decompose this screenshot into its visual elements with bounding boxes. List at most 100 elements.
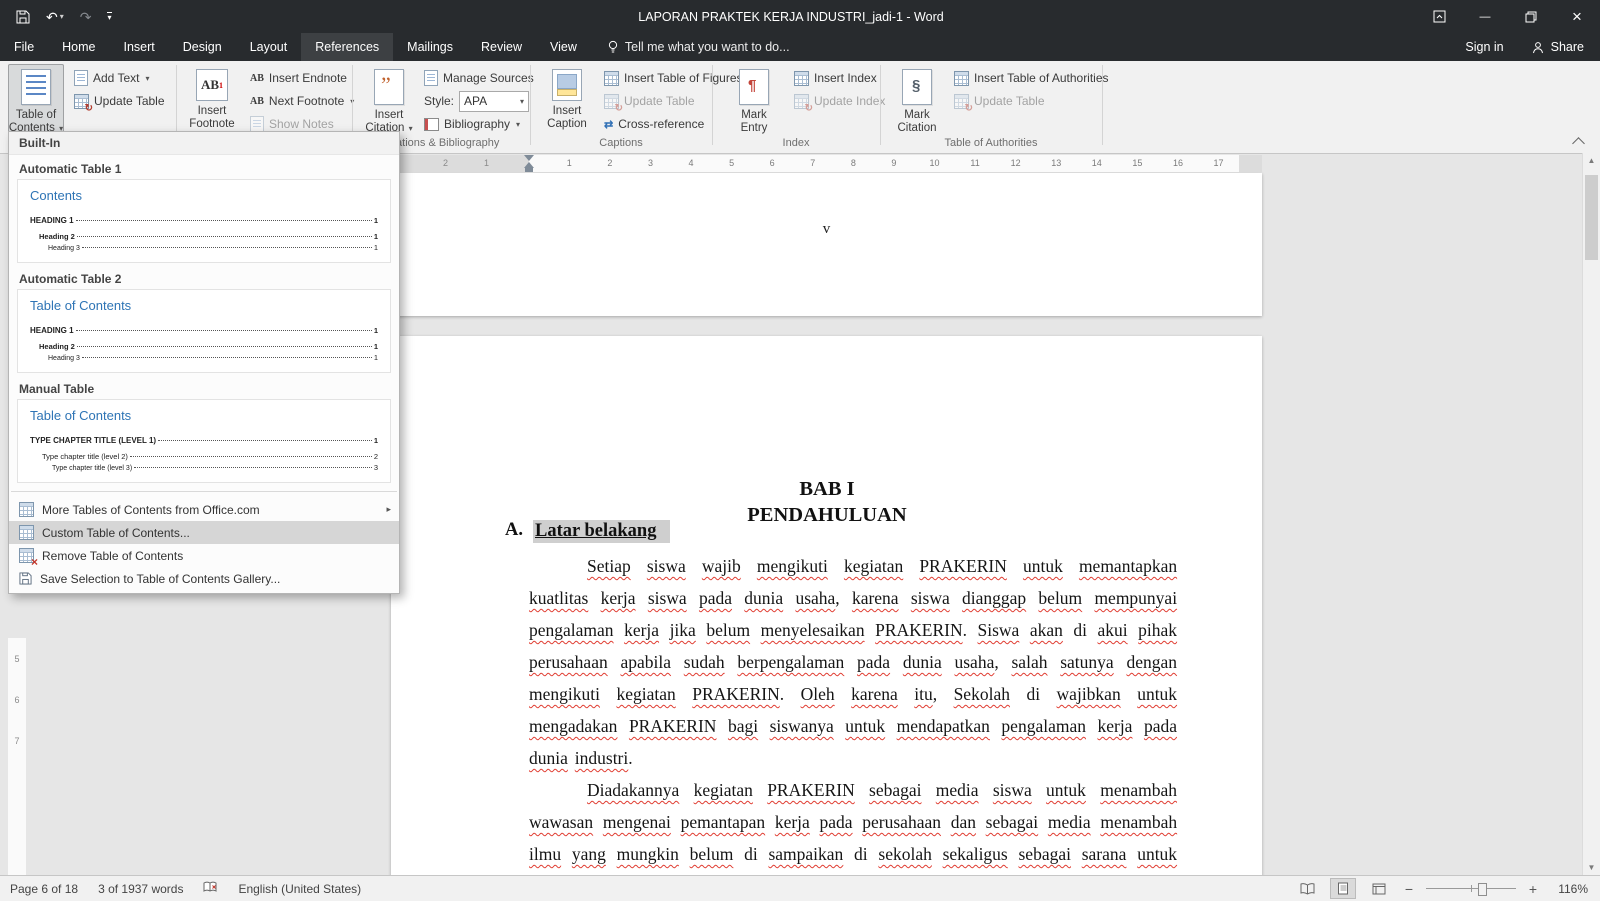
tab-layout[interactable]: Layout [236,33,302,61]
zoom-out-button[interactable] [1402,881,1416,897]
insert-caption-label: Insert Caption [547,105,587,130]
gallery-automatic-table-1[interactable]: Automatic Table 1 Contents HEADING 11 He… [9,155,399,265]
update-index-button: Update Index [790,90,889,114]
scrollbar-thumb[interactable] [1585,175,1598,260]
zoom-slider[interactable] [1426,883,1516,896]
show-notes-label: Show Notes [269,117,334,131]
mark-citation-button[interactable]: MarkCitation [890,64,944,139]
language-indicator[interactable]: English (United States) [238,882,361,896]
read-mode-button[interactable] [1294,878,1320,899]
menu-item-save-selection[interactable]: Save Selection to Table of Contents Gall… [9,567,399,590]
minimize-button[interactable] [1462,0,1508,33]
update-index-icon [794,93,813,114]
zoom-in-button[interactable] [1526,881,1540,897]
word-count[interactable]: 3 of 1937 words [98,882,183,896]
save-button[interactable] [16,10,30,24]
document-page[interactable]: BAB I PENDAHULUAN A. Latar belakang Seti… [391,336,1262,875]
menu-item-custom-table-of-contents[interactable]: Custom Table of Contents... [9,521,399,544]
web-layout-button[interactable] [1366,878,1392,899]
cross-reference-button[interactable]: ⇄ Cross-reference [600,113,708,135]
proofing-status-button[interactable] [203,881,218,897]
mark-entry-button[interactable]: MarkEntry [728,64,780,139]
insert-footnote-button[interactable]: AB 1 Insert Footnote [186,64,238,139]
paragraph[interactable]: Diadakannya kegiatan PRAKERIN sebagai me… [529,774,1177,870]
document-body[interactable]: Setiap siswa wajib mengikuti kegiatan PR… [529,550,1177,870]
close-button[interactable] [1554,0,1600,33]
tab-home[interactable]: Home [48,33,109,61]
tell-me-box[interactable]: Tell me what you want to do... [607,40,790,54]
zoom-slider-thumb[interactable] [1478,883,1487,896]
hanging-indent-marker[interactable] [524,157,534,168]
print-layout-button[interactable] [1330,878,1356,899]
update-table-button[interactable]: Update Table [70,90,169,114]
zoom-percentage[interactable]: 116% [1550,882,1588,896]
toc-entry: Heading 3 [48,245,80,252]
tab-file[interactable]: File [0,33,48,61]
insert-caption-button[interactable]: Insert Caption [540,64,594,139]
share-label: Share [1550,40,1584,54]
ribbon-display-options-button[interactable] [1416,0,1462,33]
insert-endnote-icon: AB [250,72,264,84]
toc-entry: HEADING 1 [30,326,74,335]
insert-index-button[interactable]: Insert Index [790,67,881,89]
restore-button[interactable] [1508,0,1554,33]
tab-design[interactable]: Design [169,33,236,61]
tab-review[interactable]: Review [467,33,536,61]
insert-citation-button[interactable]: InsertCitation [362,64,416,139]
table-of-contents-button[interactable]: Table of Contents [8,64,64,139]
insert-table-of-authorities-icon [954,70,969,86]
share-button[interactable]: Share [1532,40,1584,54]
ruler-number: 14 [1076,155,1118,172]
gallery-title: Automatic Table 2 [19,272,122,286]
horizontal-ruler[interactable]: 2 1 1 2 3 4 5 6 7 8 9 10 11 12 13 14 15 16 17 [391,155,1262,172]
status-bar: Page 6 of 18 3 of 1937 words English (Un… [0,875,1600,901]
insert-footnote-label: Insert Footnote [189,105,235,130]
mark-entry-label: Mark Entry [740,109,768,134]
menu-item-remove-table-of-contents[interactable]: Remove Table of Contents [9,544,399,569]
ruler-number: 4 [670,155,712,172]
chevron-down-icon [145,74,149,83]
menu-item-more-tables[interactable]: More Tables of Contents from Office.com [9,498,399,521]
customize-quick-access-button[interactable] [107,11,112,22]
scroll-up-button[interactable] [1583,156,1600,165]
ruler-number: 12 [995,155,1036,172]
citation-style-selector[interactable]: Style: APA [420,90,533,112]
tab-view[interactable]: View [536,33,591,61]
ruler-margin-number: 1 [484,158,490,168]
vertical-ruler-number: 6 [14,695,20,705]
section-heading[interactable]: A. Latar belakang [505,520,671,543]
insert-table-of-figures-button[interactable]: Insert Table of Figures [600,67,747,89]
style-combo-box[interactable]: APA [459,90,530,112]
left-indent-marker[interactable] [525,168,533,172]
insert-endnote-button[interactable]: AB Insert Endnote [246,67,351,89]
gallery-manual-table[interactable]: Manual Table Table of Contents TYPE CHAP… [9,375,399,485]
vertical-ruler[interactable]: 5 6 7 [8,638,26,875]
bibliography-label: Bibliography [444,117,511,131]
previous-page[interactable]: v [391,173,1262,316]
vertical-scrollbar[interactable] [1582,153,1600,875]
tab-references[interactable]: References [301,33,394,61]
sign-in-button[interactable]: Sign in [1465,40,1503,54]
add-text-button[interactable]: Add Text [70,67,154,89]
tab-mailings[interactable]: Mailings [393,33,467,61]
paragraph[interactable]: Setiap siswa wajib mengikuti kegiatan PR… [529,550,1177,774]
add-text-icon [74,70,88,86]
tab-insert[interactable]: Insert [110,33,169,61]
gallery-automatic-table-2[interactable]: Automatic Table 2 Table of Contents HEAD… [9,265,399,375]
insert-table-of-authorities-label: Insert Table of Authorities [974,71,1109,85]
scroll-down-button[interactable] [1583,863,1600,872]
ruler-number: 9 [873,155,915,172]
bibliography-button[interactable]: Bibliography [420,113,524,135]
insert-table-of-authorities-button[interactable]: Insert Table of Authorities [950,67,1113,89]
ruler-number: 11 [954,155,996,172]
style-value: APA [464,94,488,108]
manage-sources-button[interactable]: Manage Sources [420,67,538,89]
mark-entry-icon [739,69,769,105]
ruler-number: 13 [1035,155,1077,172]
restore-icon [1525,11,1537,22]
next-footnote-button[interactable]: AB Next Footnote [246,90,358,112]
menu-item-label: Save Selection to Table of Contents Gall… [40,571,281,586]
page-indicator[interactable]: Page 6 of 18 [10,882,78,896]
undo-button[interactable] [46,10,64,24]
collapse-ribbon-button[interactable] [1568,135,1588,151]
